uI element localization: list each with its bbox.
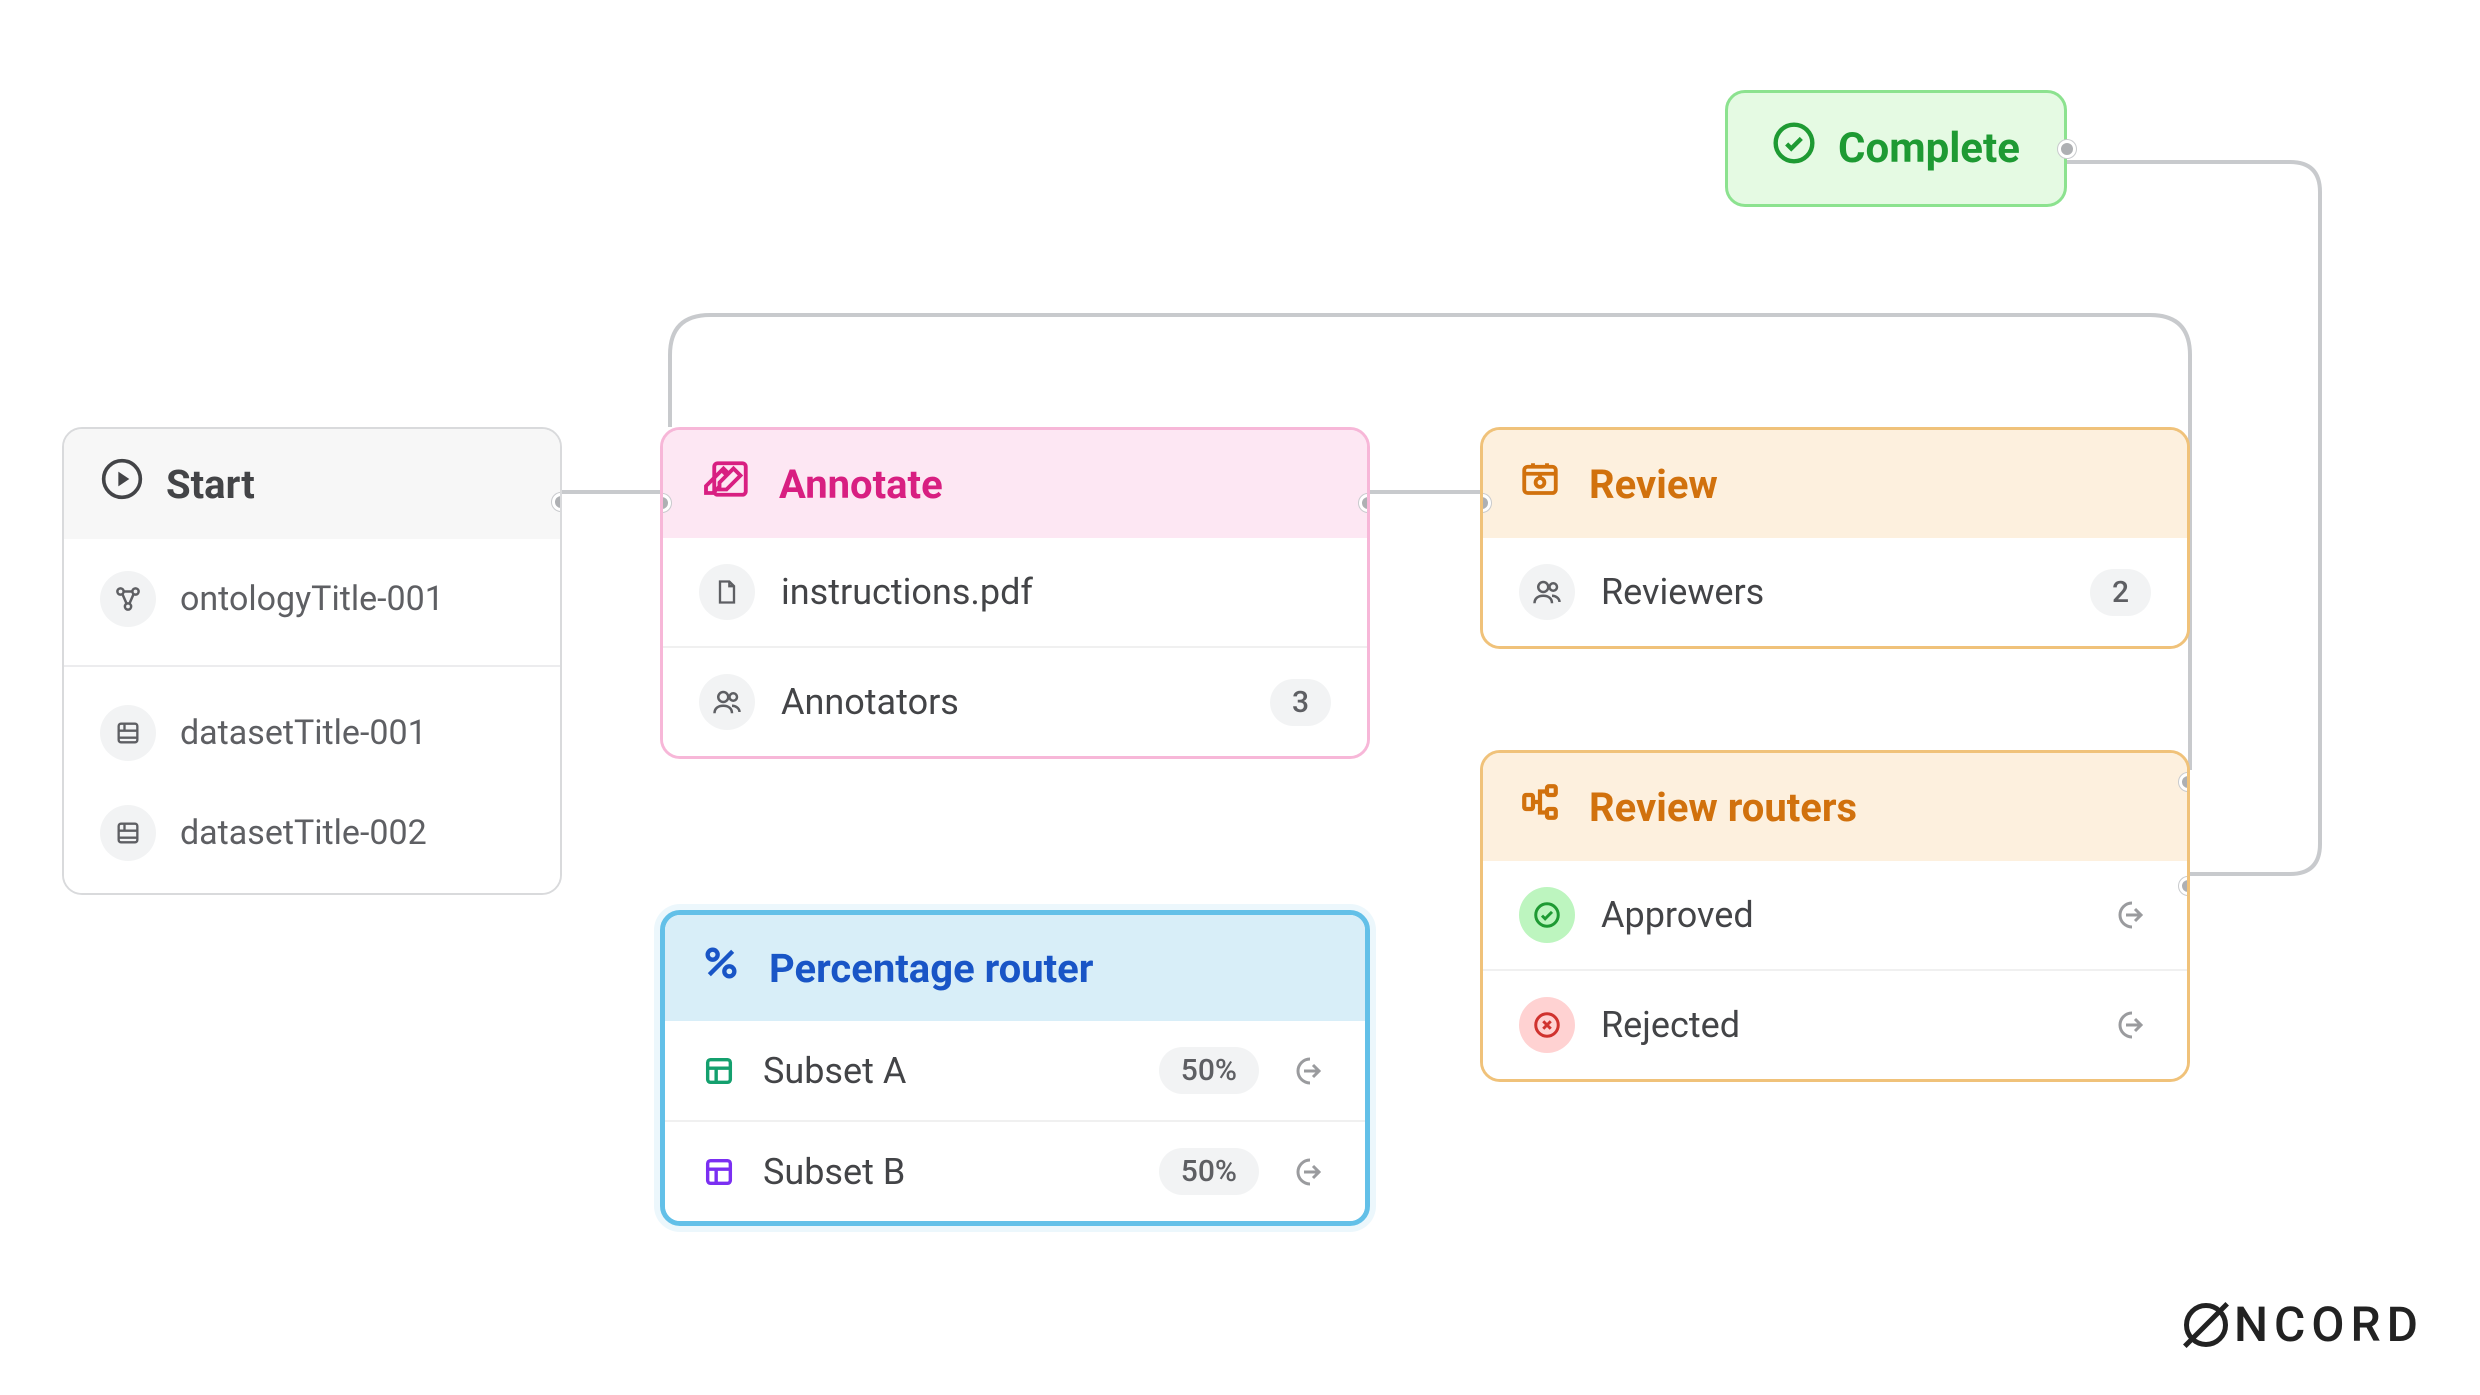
annotators-count: 3 [1270, 679, 1331, 726]
complete-label: Complete [1838, 124, 2020, 173]
route-label: Rejected [1601, 1004, 2081, 1046]
subset-label: Subset B [763, 1151, 1133, 1193]
annotate-title: Annotate [779, 461, 943, 508]
exit-icon [1285, 1049, 1329, 1093]
ontology-icon [100, 571, 156, 627]
review-routers-node[interactable]: Review routers Approved [1480, 750, 2190, 1082]
dataset-row: datasetTitle-002 [64, 783, 560, 883]
start-header: Start [64, 429, 560, 539]
subset-pct: 50% [1159, 1148, 1259, 1195]
instructions-row: instructions.pdf [663, 538, 1367, 646]
dataset-row: datasetTitle-001 [64, 683, 560, 783]
reviewers-label: Reviewers [1601, 571, 2064, 613]
reviewers-row: Reviewers 2 [1483, 538, 2187, 646]
percentage-router-node[interactable]: Percentage router Subset A 50% [660, 910, 1370, 1226]
subset-row: Subset A 50% [665, 1021, 1365, 1120]
review-routers-title: Review routers [1589, 784, 1857, 831]
review-header: Review [1483, 430, 2187, 538]
database-icon [100, 805, 156, 861]
subset-icon [701, 1155, 737, 1189]
exit-icon [2107, 893, 2151, 937]
router-icon [1519, 781, 1561, 833]
subset-row: Subset B 50% [665, 1120, 1365, 1221]
route-label: Approved [1601, 894, 2081, 936]
play-circle-icon [100, 457, 144, 511]
check-circle-icon [1519, 887, 1575, 943]
annotate-node[interactable]: Annotate instructions.pdf Annotato [660, 427, 1370, 759]
database-icon [100, 705, 156, 761]
ontology-row: ontologyTitle-001 [64, 549, 560, 649]
review-routers-header: Review routers [1483, 753, 2187, 861]
annotators-row: Annotators 3 [663, 646, 1367, 756]
brand-text: NCORD [2234, 1296, 2424, 1353]
ontology-label: ontologyTitle-001 [180, 579, 444, 619]
annotators-label: Annotators [781, 681, 1244, 723]
exit-icon [1285, 1150, 1329, 1194]
file-icon [699, 564, 755, 620]
reviewers-count: 2 [2090, 569, 2151, 616]
subset-pct: 50% [1159, 1047, 1259, 1094]
dataset-label-0: datasetTitle-001 [180, 713, 427, 753]
users-icon [1519, 564, 1575, 620]
port [2179, 773, 2190, 791]
logo-glyph-icon [2184, 1303, 2228, 1347]
instructions-label: instructions.pdf [781, 571, 1033, 613]
route-approved-row: Approved [1483, 861, 2187, 969]
percent-icon [701, 943, 741, 993]
port [2179, 877, 2190, 895]
review-title: Review [1589, 461, 1718, 508]
percentage-router-title: Percentage router [769, 945, 1093, 992]
review-node[interactable]: Review Reviewers 2 [1480, 427, 2190, 649]
subset-icon [701, 1054, 737, 1088]
percentage-router-header: Percentage router [665, 915, 1365, 1021]
port [1359, 494, 1370, 512]
route-rejected-row: Rejected [1483, 969, 2187, 1079]
check-circle-icon [1772, 121, 1816, 176]
dataset-label-1: datasetTitle-002 [180, 813, 427, 853]
edit-icon [699, 458, 751, 510]
x-circle-icon [1519, 997, 1575, 1053]
review-icon [1519, 458, 1561, 510]
port [2058, 140, 2076, 158]
users-icon [699, 674, 755, 730]
start-node[interactable]: Start ontologyTitle-001 [62, 427, 562, 895]
subset-label: Subset A [763, 1050, 1133, 1092]
start-title: Start [166, 461, 255, 508]
complete-node[interactable]: Complete [1725, 90, 2067, 207]
brand-logo: NCORD [2184, 1296, 2424, 1353]
exit-icon [2107, 1003, 2151, 1047]
annotate-header: Annotate [663, 430, 1367, 538]
